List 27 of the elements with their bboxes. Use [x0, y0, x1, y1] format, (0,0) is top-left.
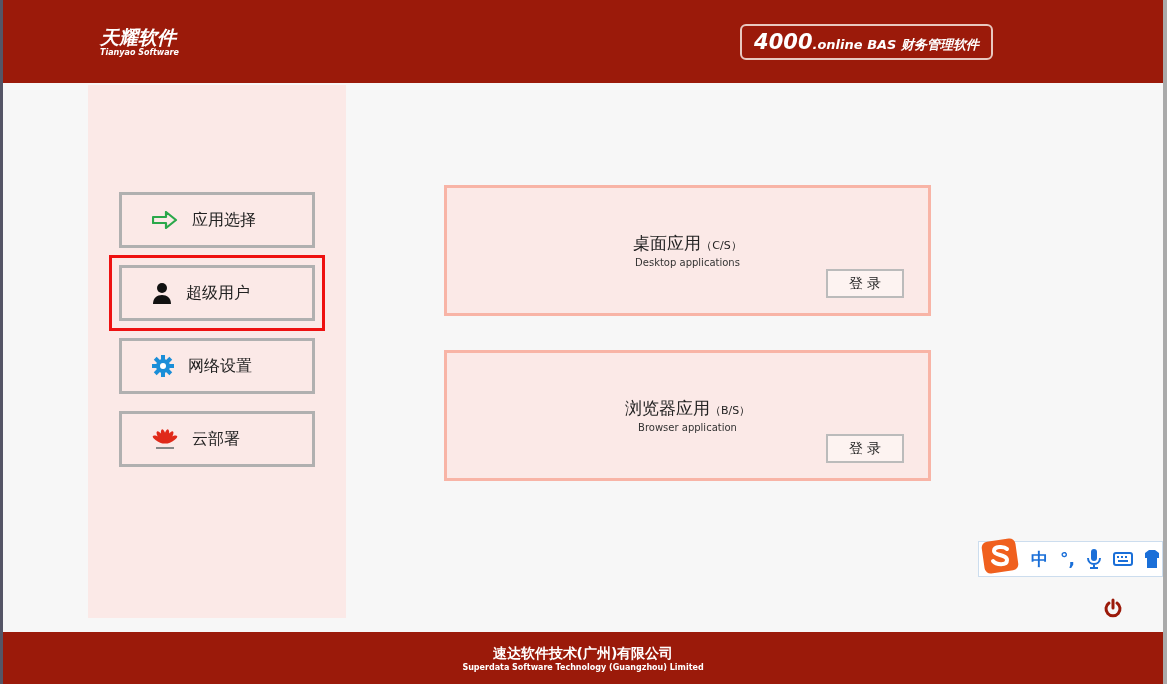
login-button[interactable]: 登 录	[826, 434, 904, 463]
logo-subtitle: Tianyao Software	[100, 48, 179, 57]
app-title: 桌面应用（C/S）	[633, 232, 742, 255]
microphone-icon[interactable]	[1086, 549, 1101, 569]
sidebar-button[interactable]: 超级用户	[119, 265, 315, 321]
company-name: 速达软件技术(广州)有限公司	[492, 644, 674, 663]
product-number: 4000	[754, 29, 813, 54]
login-button[interactable]: 登 录	[826, 269, 904, 298]
ime-mode-toggle[interactable]: 中	[1031, 547, 1048, 571]
logo-title: 天耀软件	[100, 26, 179, 48]
app-title: 浏览器应用（B/S）	[624, 397, 751, 420]
power-button[interactable]	[1103, 598, 1123, 618]
sidebar-button[interactable]: 应用选择	[119, 192, 315, 248]
product-name: .online BAS 财务管理软件	[812, 35, 979, 54]
shirt-icon[interactable]	[1144, 550, 1159, 568]
sidebar-button[interactable]: 网络设置	[119, 338, 315, 394]
arrow-icon	[152, 211, 178, 229]
keyboard-icon[interactable]	[1112, 552, 1133, 566]
ime-logo-icon[interactable]	[981, 538, 1019, 574]
petal-logo-icon	[152, 428, 178, 450]
gear-icon	[152, 355, 174, 377]
sidebar-button[interactable]: 云部署	[119, 411, 315, 467]
app-subtitle: Browser application	[638, 422, 737, 433]
company-name-english: Superdata Software Technology (Guangzhou) Limited	[462, 662, 704, 672]
app-subtitle: Desktop applications	[635, 257, 740, 268]
ime-punctuation-toggle[interactable]: °,	[1060, 549, 1075, 569]
user-icon	[152, 282, 172, 304]
